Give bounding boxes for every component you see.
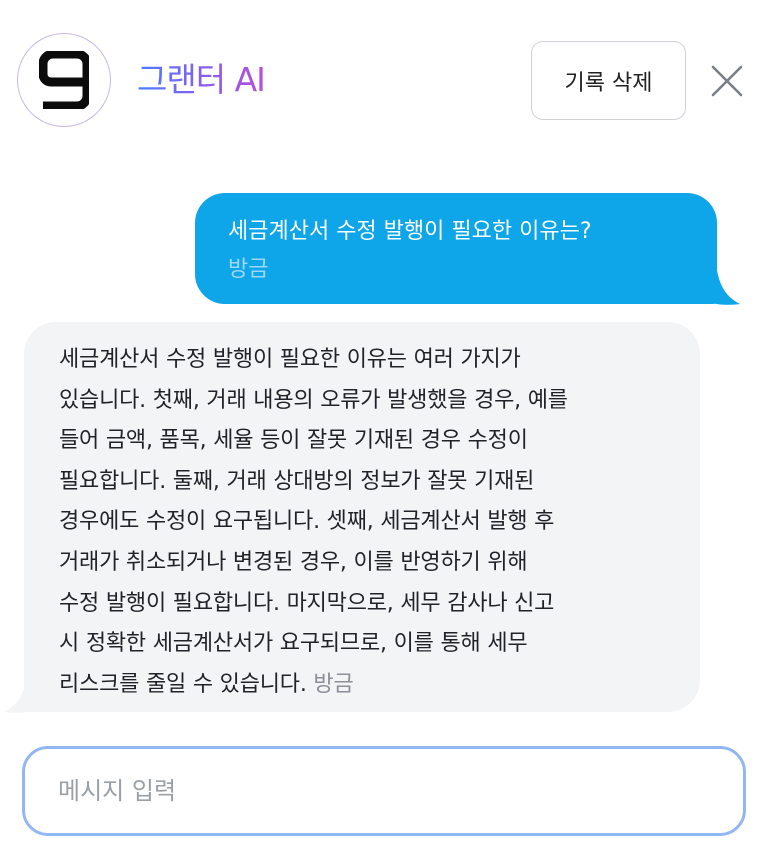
bot-message-last-line: 리스크를 줄일 수 있습니다. 방금 [59,665,670,706]
bot-message-line: 리스크를 줄일 수 있습니다. [59,671,307,697]
bot-message-line: 경우에도 수정이 요구됩니다. 셋째, 세금계산서 발행 후 [59,509,555,535]
message-input-container [22,746,746,836]
bot-message-line: 시 정확한 세금계산서가 요구되므로, 이를 통해 세무 [59,631,528,657]
grantter-g-logo-icon [39,51,89,109]
bot-message-line: 들어 금액, 품목, 세율 등이 잘못 기재된 경우 수정이 [59,428,528,454]
bot-message-bubble: 세금계산서 수정 발행이 필요한 이유는 여러 가지가 있습니다. 첫째, 거래… [24,322,700,712]
bot-message-line: 있습니다. 첫째, 거래 내용의 오류가 발생했을 경우, 예를 [59,387,568,413]
clear-history-button[interactable]: 기록 삭제 [531,41,686,120]
close-icon [711,65,743,97]
bot-message-line: 필요합니다. 둘째, 거래 상대방의 정보가 잘못 기재된 [59,468,535,494]
user-message-text: 세금계산서 수정 발행이 필요한 이유는? [228,219,592,244]
bot-message-line: 거래가 취소되거나 변경된 경우, 이를 반영하기 위해 [59,549,528,575]
app-title: 그랜터 AI [137,58,266,102]
bot-message-line: 세금계산서 수정 발행이 필요한 이유는 여러 가지가 [59,347,521,372]
close-button[interactable] [706,60,748,102]
chat-window: 그랜터 AI 기록 삭제 세금계산서 수정 발행이 필요한 이유는? 방금 세금… [0,0,767,858]
user-message-time: 방금 [228,257,269,282]
bot-message-line: 수정 발행이 필요합니다. 마지막으로, 세무 감사나 신고 [59,590,555,616]
bot-avatar [17,33,111,127]
user-message-bubble: 세금계산서 수정 발행이 필요한 이유는? 방금 [195,193,717,304]
message-input[interactable] [58,749,723,833]
bot-message-time: 방금 [313,671,354,697]
